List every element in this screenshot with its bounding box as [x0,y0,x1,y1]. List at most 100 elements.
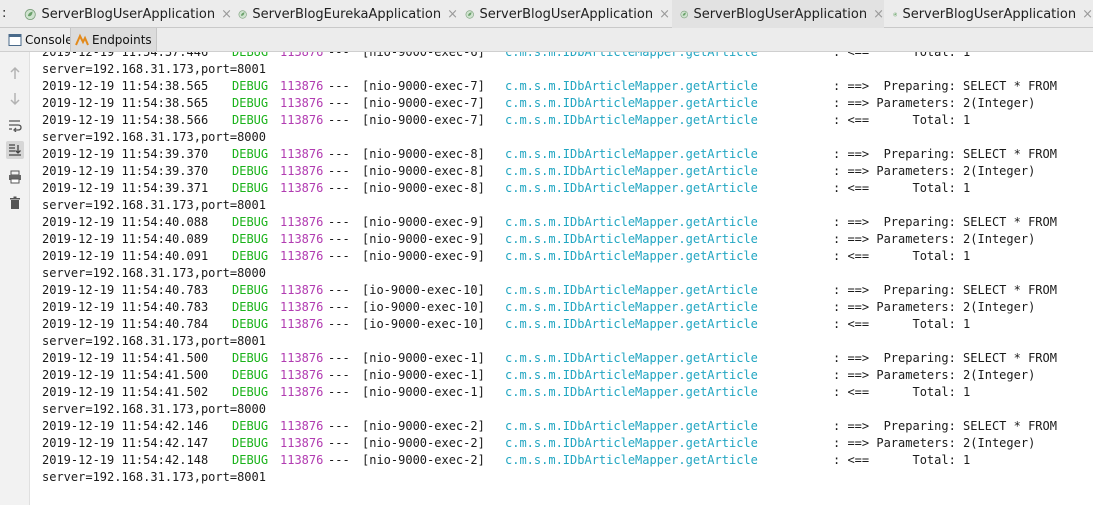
log-pid: 113876 [280,385,324,399]
log-logger: c.m.s.m.IDbArticleMapper.getArticle [505,283,758,297]
tab-run-config-5[interactable]: ServerBlogUserApplication × [893,0,1093,28]
log-timestamp: 2019-12-19 11:54:37.446 [42,52,209,59]
tab-run-config-4[interactable]: ServerBlogUserApplication × [672,0,884,28]
tab-label: ServerBlogEurekaApplication [252,6,442,22]
log-timestamp: 2019-12-19 11:54:40.089 [42,232,209,246]
log-timestamp: 2019-12-19 11:54:40.088 [42,215,209,229]
log-level: DEBUG [232,300,269,314]
log-level: DEBUG [232,113,269,127]
spring-boot-icon [238,9,247,19]
tab-label: ServerBlogUserApplication [902,6,1077,22]
log-line: 2019-12-19 11:54:40.088 DEBUG 113876 --- [ni… [42,214,1093,231]
log-thread: [nio-9000-exec-8] [362,164,485,178]
log-pid: 113876 [280,283,324,297]
log-line-plain: server=192.168.31.173,port=8000 [42,265,1093,282]
log-thread: [nio-9000-exec-8] [362,147,485,161]
log-separator: --- [328,419,350,433]
log-thread: [io-9000-exec-10] [362,283,485,297]
log-timestamp: 2019-12-19 11:54:38.566 [42,113,209,127]
log-separator: --- [328,300,350,314]
close-icon[interactable]: × [447,7,458,22]
log-separator: --- [328,232,350,246]
log-line: 2019-12-19 11:54:42.146 DEBUG 113876 --- [ni… [42,418,1093,435]
log-level: DEBUG [232,368,269,382]
log-text: server=192.168.31.173,port=8000 [42,130,266,144]
log-message: : <== Total: 1 [833,52,971,59]
log-pid: 113876 [280,113,324,127]
tab-run-config-1[interactable]: ServerBlogUserApplication × [24,0,232,28]
log-thread: [nio-9000-exec-8] [362,181,485,195]
log-separator: --- [328,52,350,59]
close-icon[interactable]: × [873,7,884,22]
close-icon[interactable]: × [221,7,232,22]
log-thread: [nio-9000-exec-2] [362,436,485,450]
log-timestamp: 2019-12-19 11:54:38.565 [42,79,209,93]
log-message: : ==> Preparing: SELECT * FROM [833,351,1057,365]
log-pid: 113876 [280,419,324,433]
tab-run-config-2[interactable]: ServerBlogEurekaApplication × [238,0,458,28]
log-separator: --- [328,249,350,263]
log-separator: --- [328,283,350,297]
log-message: : ==> Parameters: 2(Integer) [833,300,1036,314]
print-icon[interactable] [6,168,24,186]
tab-label: ServerBlogUserApplication [41,6,216,22]
up-arrow-icon[interactable] [6,64,24,82]
tab-bar-prefix: : [2,6,7,21]
log-separator: --- [328,96,350,110]
trash-icon[interactable] [6,194,24,212]
down-arrow-icon[interactable] [6,90,24,108]
close-icon[interactable]: × [659,7,670,22]
log-logger: c.m.s.m.IDbArticleMapper.getArticle [505,164,758,178]
tab-run-config-3[interactable]: ServerBlogUserApplication × [465,0,670,28]
log-logger: c.m.s.m.IDbArticleMapper.getArticle [505,249,758,263]
log-message: : <== Total: 1 [833,385,971,399]
soft-wrap-icon[interactable] [6,116,24,134]
log-pid: 113876 [280,300,324,314]
log-text: server=192.168.31.173,port=8001 [42,198,266,212]
log-thread: [io-9000-exec-10] [362,300,485,314]
log-thread: [nio-9000-exec-6] [362,52,485,59]
log-logger: c.m.s.m.IDbArticleMapper.getArticle [505,181,758,195]
log-level: DEBUG [232,249,269,263]
log-timestamp: 2019-12-19 11:54:40.783 [42,300,209,314]
log-timestamp: 2019-12-19 11:54:40.783 [42,283,209,297]
log-pid: 113876 [280,453,324,467]
log-logger: c.m.s.m.IDbArticleMapper.getArticle [505,300,758,314]
log-pid: 113876 [280,232,324,246]
log-line: 2019-12-19 11:54:39.371 DEBUG 113876 --- [ni… [42,180,1093,197]
log-pid: 113876 [280,79,324,93]
log-level: DEBUG [232,385,269,399]
close-icon[interactable]: × [1082,7,1093,22]
log-message: : ==> Preparing: SELECT * FROM [833,79,1057,93]
log-logger: c.m.s.m.IDbArticleMapper.getArticle [505,79,758,93]
log-timestamp: 2019-12-19 11:54:41.500 [42,351,209,365]
tab-endpoints[interactable]: Endpoints [70,28,157,51]
log-line: 2019-12-19 11:54:40.091 DEBUG 113876 --- [ni… [42,248,1093,265]
log-level: DEBUG [232,351,269,365]
log-line-plain: server=192.168.31.173,port=8001 [42,333,1093,350]
log-thread: [nio-9000-exec-1] [362,385,485,399]
log-logger: c.m.s.m.IDbArticleMapper.getArticle [505,368,758,382]
log-separator: --- [328,113,350,127]
spring-boot-icon [893,12,898,16]
log-timestamp: 2019-12-19 11:54:40.784 [42,317,209,331]
log-line: 2019-12-19 11:54:38.565 DEBUG 113876 --- [ni… [42,95,1093,112]
log-message: : <== Total: 1 [833,317,971,331]
log-message: : ==> Preparing: SELECT * FROM [833,215,1057,229]
log-line: 2019-12-19 11:54:42.148 DEBUG 113876 --- [ni… [42,452,1093,469]
log-timestamp: 2019-12-19 11:54:38.565 [42,96,209,110]
log-separator: --- [328,385,350,399]
log-line: 2019-12-19 11:54:39.370 DEBUG 113876 --- [ni… [42,163,1093,180]
log-text: server=192.168.31.173,port=8001 [42,62,266,76]
log-level: DEBUG [232,436,269,450]
log-message: : ==> Parameters: 2(Integer) [833,96,1036,110]
log-separator: --- [328,317,350,331]
console-output[interactable]: 2019-12-19 11:54:37.446 DEBUG 113876 --- [ni… [30,52,1093,505]
tab-console[interactable]: Console [4,28,77,51]
log-message: : <== Total: 1 [833,181,971,195]
log-timestamp: 2019-12-19 11:54:42.146 [42,419,209,433]
log-line-plain: server=192.168.31.173,port=8001 [42,469,1093,486]
scroll-to-end-icon[interactable] [6,141,24,159]
log-message: : ==> Parameters: 2(Integer) [833,164,1036,178]
log-separator: --- [328,436,350,450]
